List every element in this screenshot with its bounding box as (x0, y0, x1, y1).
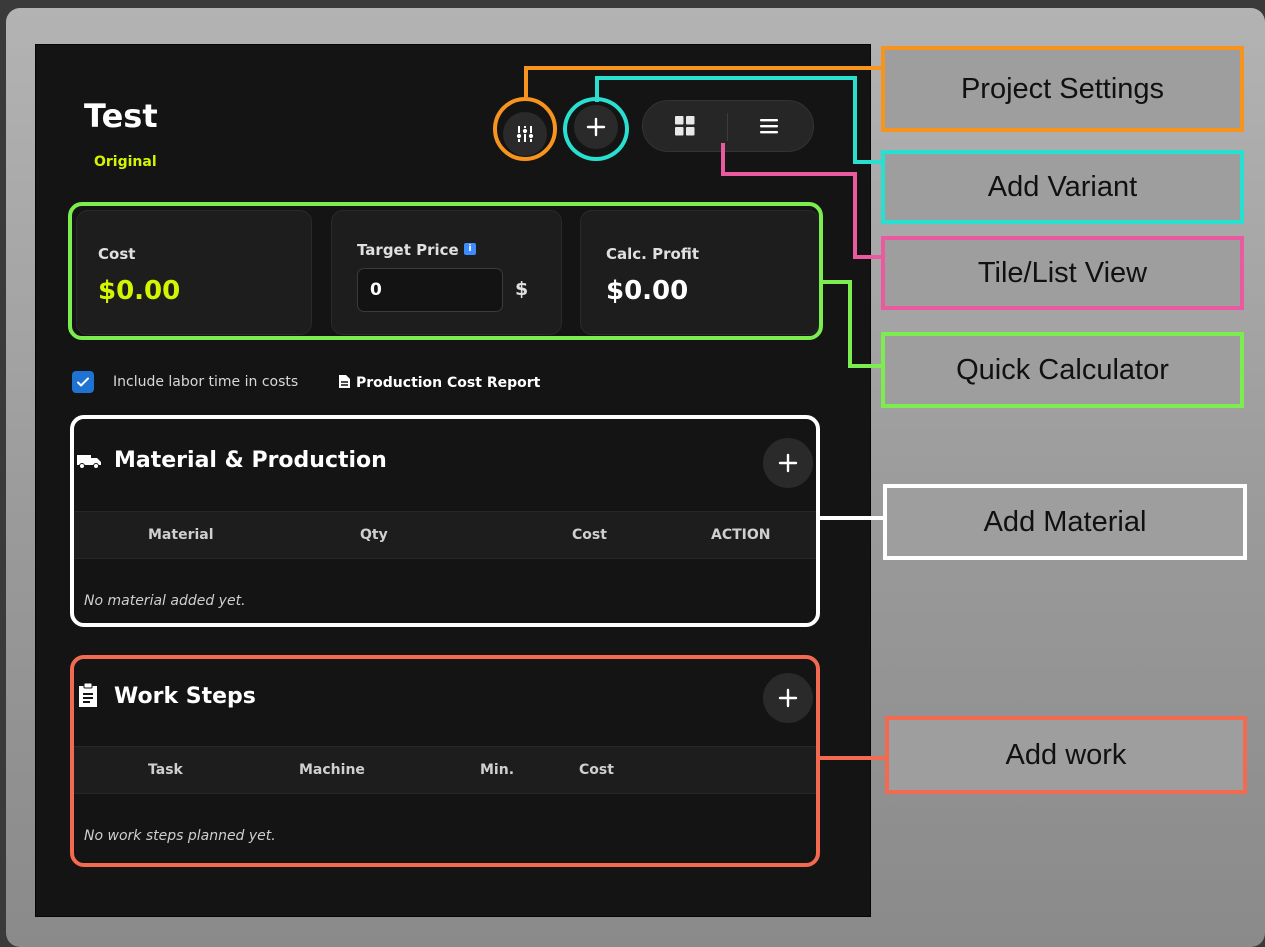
quick-calculator-highlight (68, 202, 823, 340)
callout-project-settings: Project Settings (881, 46, 1244, 132)
callout-tile-list-view: Tile/List View (881, 236, 1244, 310)
add-variant-highlight (563, 97, 629, 161)
material-section-highlight (70, 415, 820, 627)
callout-add-work: Add work (885, 716, 1247, 794)
callout-add-variant: Add Variant (881, 150, 1244, 224)
work-section-highlight (70, 655, 820, 867)
callout-quick-calculator: Quick Calculator (881, 332, 1244, 408)
callout-add-material: Add Material (883, 484, 1247, 560)
project-settings-highlight (493, 97, 557, 161)
